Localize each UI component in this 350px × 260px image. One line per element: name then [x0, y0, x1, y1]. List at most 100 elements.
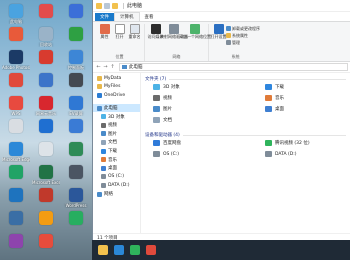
devices-section-header[interactable]: 设备和驱动器 (4) [145, 132, 346, 138]
manage-button[interactable]: 管理 [226, 39, 260, 46]
desktop-shortcut[interactable] [32, 232, 60, 260]
folder-label: 图片 [163, 107, 172, 112]
desktop-shortcut-label: Microsoft Edge [2, 157, 30, 162]
app-icon [69, 119, 83, 133]
ribbon: 属性 打开 重命名 位置 访问媒体 映射网络驱动器 添加一个网络位置 网络 打开… [93, 21, 350, 62]
app-icon[interactable] [146, 245, 156, 255]
open-settings-button[interactable]: 打开设置 [211, 24, 227, 40]
tab-file[interactable]: 文件 [95, 13, 114, 21]
desktop-shortcut-label: 网易云音乐 [36, 111, 56, 116]
folder-icon [101, 114, 106, 120]
open-label: 打开 [115, 34, 124, 39]
uninstall-button[interactable]: 卸载或更改程序 [226, 25, 260, 32]
folder-icon [265, 95, 272, 101]
properties-icon[interactable] [104, 2, 110, 9]
app-icon [9, 211, 23, 225]
folders-section-header[interactable]: 文件夹 (7) [145, 76, 346, 82]
folder-icon [153, 95, 160, 101]
app-icon [9, 188, 23, 202]
app-icon [69, 142, 83, 156]
nav-item[interactable]: MyData [93, 74, 140, 83]
folder-icon [153, 84, 160, 90]
nav-item-label: 文档 [108, 140, 117, 146]
drive-label: OS (C:) [163, 151, 179, 157]
divider [169, 78, 346, 80]
nav-item-label: 桌面 [108, 166, 117, 172]
nav-item[interactable]: 此电脑 [93, 103, 140, 113]
folder-label: 3D 对象 [163, 85, 180, 90]
nav-item[interactable]: OneDrive [93, 91, 140, 100]
up-arrow-icon[interactable]: ↑ [109, 64, 116, 70]
drive-item[interactable]: 百度网盘 [153, 140, 181, 146]
nav-item[interactable]: 桌面 [93, 164, 140, 173]
app-icon [39, 119, 53, 133]
nav-item-label: OS (C:) [108, 174, 124, 180]
drive-item[interactable]: DATA (D:) [265, 151, 297, 157]
nav-item[interactable]: 图片 [93, 130, 140, 139]
folder-item[interactable]: 3D 对象 [153, 84, 180, 90]
nav-item[interactable]: MyFiles [93, 83, 140, 92]
edge-icon[interactable] [114, 245, 124, 255]
system-properties-button[interactable]: 系统属性 [226, 32, 260, 39]
nav-item[interactable]: 文档 [93, 138, 140, 147]
back-arrow-icon[interactable]: ← [95, 64, 102, 70]
add-location-button[interactable]: 添加一个网络位置 [179, 24, 211, 40]
folder-item[interactable]: 桌面 [265, 106, 284, 112]
folder-item[interactable]: 视频 [153, 95, 172, 101]
nav-item[interactable]: 下载 [93, 147, 140, 156]
title-bar: 此电脑 [93, 0, 350, 12]
file-explorer-icon[interactable] [98, 245, 108, 255]
ribbon-group-location: 属性 打开 重命名 位置 [95, 24, 145, 61]
desktop-shortcut[interactable] [62, 209, 90, 239]
app-icon [9, 165, 23, 179]
address-bar-row: ← → ↑ 此电脑 [93, 62, 350, 73]
ribbon-tabs: 文件 计算机 查看 [93, 12, 350, 21]
devices-header-label: 设备和驱动器 (4) [145, 133, 180, 138]
desktop-shortcut-label: Microsoft Excel 2010 [32, 180, 60, 185]
location-group-label: 位置 [115, 54, 124, 59]
desktop-shortcut-label: EV录屏 [69, 111, 83, 116]
content-pane: 文件夹 (7) 3D 对象视频图片文档 下载音乐桌面 设备和驱动器 (4) 百度网… [141, 73, 350, 233]
drive-label: DATA (D:) [275, 151, 297, 157]
nav-item[interactable]: 视频 [93, 121, 140, 130]
desktop-shortcut-label: 回收站 [40, 42, 52, 47]
drive-label: 腾讯视频 (32 位) [275, 141, 310, 146]
folder-item[interactable]: 文档 [153, 117, 172, 123]
app-icon [39, 96, 53, 110]
window-title: 此电脑 [127, 3, 143, 9]
desktop-shortcut[interactable] [2, 232, 30, 260]
new-folder-icon[interactable] [112, 2, 118, 9]
app-icon [39, 188, 53, 202]
rename-button[interactable]: 重命名 [127, 24, 142, 40]
folder-item[interactable]: 下载 [265, 84, 284, 90]
nav-item[interactable]: DATA (D:) [93, 181, 140, 190]
tab-computer[interactable]: 计算机 [114, 12, 140, 21]
nav-item[interactable]: 网络 [93, 190, 140, 199]
nav-item[interactable]: OS (C:) [93, 173, 140, 182]
app-icon [69, 73, 83, 87]
system-small-buttons: 卸载或更改程序 系统属性 管理 [226, 24, 260, 46]
tab-view[interactable]: 查看 [140, 13, 159, 21]
nav-item[interactable]: 音乐 [93, 155, 140, 164]
folders-grid: 3D 对象视频图片文档 下载音乐桌面 [145, 84, 346, 132]
uninstall-icon [226, 26, 231, 31]
drive-item[interactable]: 腾讯视频 (32 位) [265, 140, 310, 146]
address-text: 此电脑 [129, 65, 143, 70]
forward-arrow-icon[interactable]: → [102, 64, 109, 70]
add-location-label: 添加一个网络位置 [179, 34, 211, 39]
folder-item[interactable]: 音乐 [265, 95, 284, 101]
app-icon [9, 50, 23, 64]
app-icon [9, 73, 23, 87]
desktop-shortcut-label: WordPress [65, 203, 87, 208]
drive-item[interactable]: OS (C:) [153, 151, 179, 157]
manage-icon [226, 40, 231, 45]
properties-button[interactable]: 属性 [97, 24, 112, 40]
separator [123, 2, 124, 9]
folder-item[interactable]: 图片 [153, 106, 172, 112]
folder-icon [97, 92, 102, 98]
nav-item[interactable]: 3D 对象 [93, 112, 140, 121]
address-bar[interactable]: 此电脑 [119, 63, 348, 71]
wechat-icon[interactable] [130, 245, 140, 255]
open-button[interactable]: 打开 [112, 24, 127, 40]
folder-icon [97, 75, 102, 81]
